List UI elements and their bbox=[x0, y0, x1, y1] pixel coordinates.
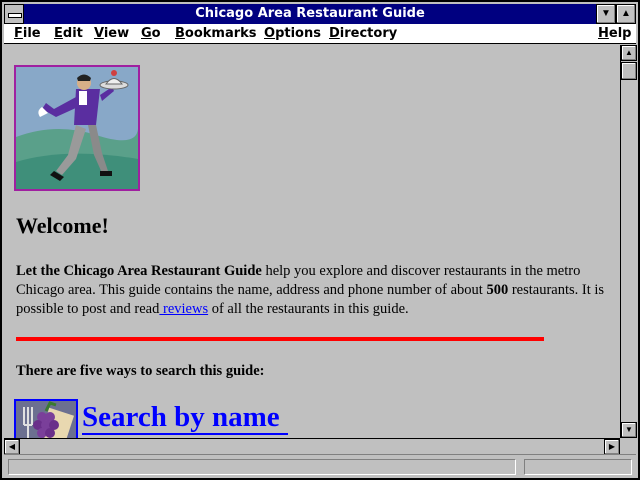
status-bar bbox=[4, 454, 636, 478]
menu-directory[interactable]: Directory bbox=[329, 25, 397, 43]
scrollbar-corner bbox=[620, 438, 636, 454]
menu-options[interactable]: Options bbox=[264, 25, 321, 43]
horizontal-scrollbar[interactable]: ◀ ▶ bbox=[4, 438, 620, 455]
search-by-name-link[interactable]: Search by name bbox=[82, 401, 288, 435]
window-title: Chicago Area Restaurant Guide bbox=[195, 6, 425, 21]
scroll-down-button[interactable]: ▼ bbox=[621, 422, 637, 438]
title-bar[interactable]: Chicago Area Restaurant Guide ▼ ▲ bbox=[4, 4, 636, 24]
scroll-left-button[interactable]: ◀ bbox=[4, 439, 20, 455]
page-content: Welcome! Let the Chicago Area Restaurant… bbox=[4, 45, 620, 438]
menu-edit[interactable]: Edit bbox=[54, 25, 83, 43]
red-horizontal-rule bbox=[16, 337, 544, 341]
menu-help[interactable]: Help bbox=[598, 25, 631, 43]
menu-go[interactable]: Go bbox=[141, 25, 161, 43]
arrow-down-icon: ▼ bbox=[625, 425, 633, 434]
restaurant-count: 500 bbox=[486, 282, 509, 298]
browser-window: Chicago Area Restaurant Guide ▼ ▲ File E… bbox=[0, 0, 640, 480]
vertical-scrollbar[interactable]: ▲ ▼ bbox=[620, 45, 637, 438]
waiter-illustration bbox=[16, 67, 138, 189]
minimize-button[interactable]: ▼ bbox=[596, 4, 616, 24]
maximize-icon: ▲ bbox=[621, 8, 631, 19]
menu-bar: File Edit View Go Bookmarks Options Dire… bbox=[4, 24, 636, 44]
system-menu-button[interactable] bbox=[4, 4, 24, 24]
maximize-button[interactable]: ▲ bbox=[616, 4, 636, 24]
arrow-left-icon: ◀ bbox=[8, 442, 16, 451]
menu-file[interactable]: File bbox=[14, 25, 41, 43]
arrow-right-icon: ▶ bbox=[608, 442, 616, 451]
intro-guide-name: Let the Chicago Area Restaurant Guide bbox=[16, 263, 262, 279]
minimize-icon: ▼ bbox=[601, 8, 611, 19]
waiter-serving-dish-icon bbox=[14, 65, 140, 191]
search-ways-heading: There are five ways to search this guide… bbox=[16, 363, 265, 379]
intro-paragraph: Let the Chicago Area Restaurant Guide he… bbox=[16, 263, 605, 317]
status-message-area bbox=[8, 459, 516, 475]
scroll-right-button[interactable]: ▶ bbox=[604, 439, 620, 455]
welcome-heading: Welcome! bbox=[16, 213, 109, 238]
arrow-up-icon: ▲ bbox=[625, 48, 633, 57]
progress-indicator bbox=[524, 459, 632, 475]
search-by-name-image bbox=[16, 401, 76, 438]
menu-bookmarks[interactable]: Bookmarks bbox=[175, 25, 257, 43]
restaurant-fork-grapes-icon[interactable] bbox=[14, 399, 78, 438]
vertical-scroll-thumb[interactable] bbox=[621, 62, 637, 80]
reviews-link[interactable]: reviews bbox=[159, 301, 208, 317]
scroll-up-button[interactable]: ▲ bbox=[621, 45, 637, 61]
menu-view[interactable]: View bbox=[94, 25, 129, 43]
